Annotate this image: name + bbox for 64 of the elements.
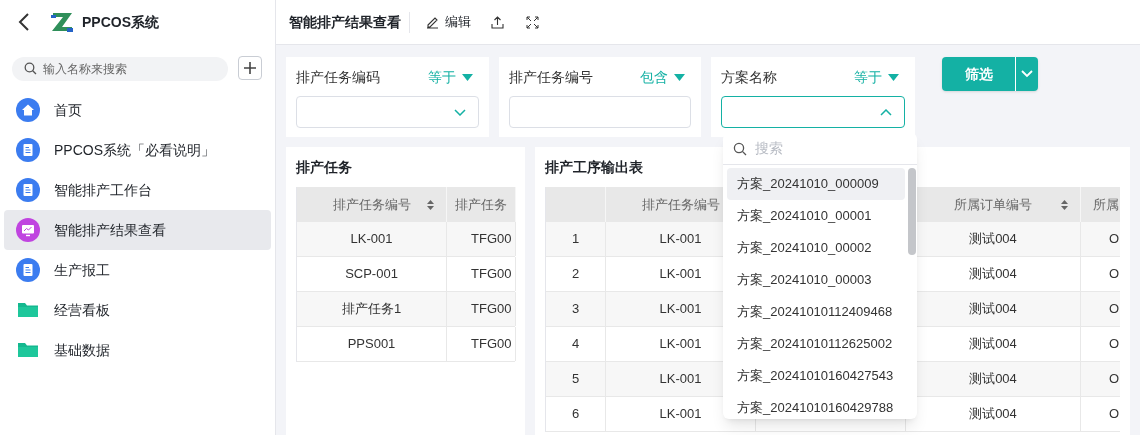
input-field[interactable] — [509, 96, 691, 128]
table-cell: TFG00 — [447, 222, 516, 256]
search-field[interactable]: 输入名称来搜索 — [12, 57, 228, 81]
back-icon[interactable] — [18, 13, 30, 31]
caret-icon — [888, 73, 899, 81]
document-icon — [16, 178, 40, 202]
home-icon — [16, 98, 40, 122]
table-cell: PPS001 — [297, 327, 447, 361]
sidebar-item[interactable]: 首页 — [4, 90, 271, 130]
table-cell: 1 — [546, 222, 606, 256]
caret-icon — [674, 73, 685, 81]
chevron-down-icon — [454, 108, 466, 116]
table-cell: 4 — [546, 327, 606, 361]
table-cell: 3 — [546, 292, 606, 326]
chevron-down-icon — [1021, 70, 1033, 78]
filter-menu-button[interactable] — [1015, 57, 1038, 91]
table-cell: TFG00 — [447, 257, 516, 291]
document-icon — [16, 138, 40, 162]
table-cell: O — [1081, 362, 1130, 396]
sort-icon — [1061, 199, 1068, 210]
plus-icon — [244, 62, 256, 74]
table-cell: LK-001 — [297, 222, 447, 256]
sidebar-item[interactable]: 智能排产结果查看 — [4, 210, 271, 250]
chevron-up-icon — [880, 108, 892, 116]
table-cell: 排产任务1 — [297, 292, 447, 326]
panel-title: 排产任务 — [296, 159, 353, 175]
table-cell: O — [1081, 257, 1130, 291]
sidebar-item[interactable]: PPCOS系统「必看说明」 — [4, 130, 271, 170]
search-icon — [733, 141, 747, 156]
filter-label: 排产任务编号 — [509, 67, 593, 87]
search-icon — [24, 62, 37, 75]
table-cell: O — [1081, 222, 1130, 256]
table-cell: O — [1081, 397, 1130, 431]
filter-label: 排产任务编码 — [296, 67, 380, 87]
table-cell: SCP-001 — [297, 257, 447, 291]
sort-icon — [427, 199, 434, 210]
pencil-icon — [426, 15, 439, 29]
table-cell: TFG00 — [447, 327, 516, 361]
sidebar-item[interactable]: 生产报工 — [4, 250, 271, 290]
app-title: PPCOS系统 — [82, 12, 159, 32]
panel-title: 排产工序输出表 — [545, 159, 644, 175]
sidebar-item[interactable]: 智能排产工作台 — [4, 170, 271, 210]
monitor-icon — [16, 218, 40, 242]
page-title: 智能排产结果查看 — [289, 11, 410, 33]
table-cell: TFG00 — [447, 292, 516, 326]
fullscreen-icon[interactable] — [526, 15, 539, 29]
table-cell: 2 — [546, 257, 606, 291]
dropdown-option[interactable]: 方案_20241010_000009 — [727, 168, 905, 200]
filter-label: 方案名称 — [721, 67, 777, 87]
sidebar-item[interactable]: 基础数据 — [4, 330, 271, 370]
scrollbar-thumb[interactable] — [908, 168, 916, 255]
add-button[interactable] — [238, 56, 262, 80]
table-cell: O — [1081, 292, 1130, 326]
upload-icon[interactable] — [491, 15, 504, 29]
sidebar-item[interactable]: 经营看板 — [4, 290, 271, 330]
logo-icon — [50, 11, 74, 33]
search-field[interactable]: 搜索 — [755, 138, 895, 159]
table-cell: 5 — [546, 362, 606, 396]
caret-icon — [462, 73, 473, 81]
document-icon — [16, 258, 40, 282]
select-field[interactable] — [721, 96, 905, 128]
table-cell: 6 — [546, 397, 606, 431]
edit-button[interactable]: 编辑 — [426, 12, 471, 32]
table-cell: O — [1081, 327, 1130, 361]
